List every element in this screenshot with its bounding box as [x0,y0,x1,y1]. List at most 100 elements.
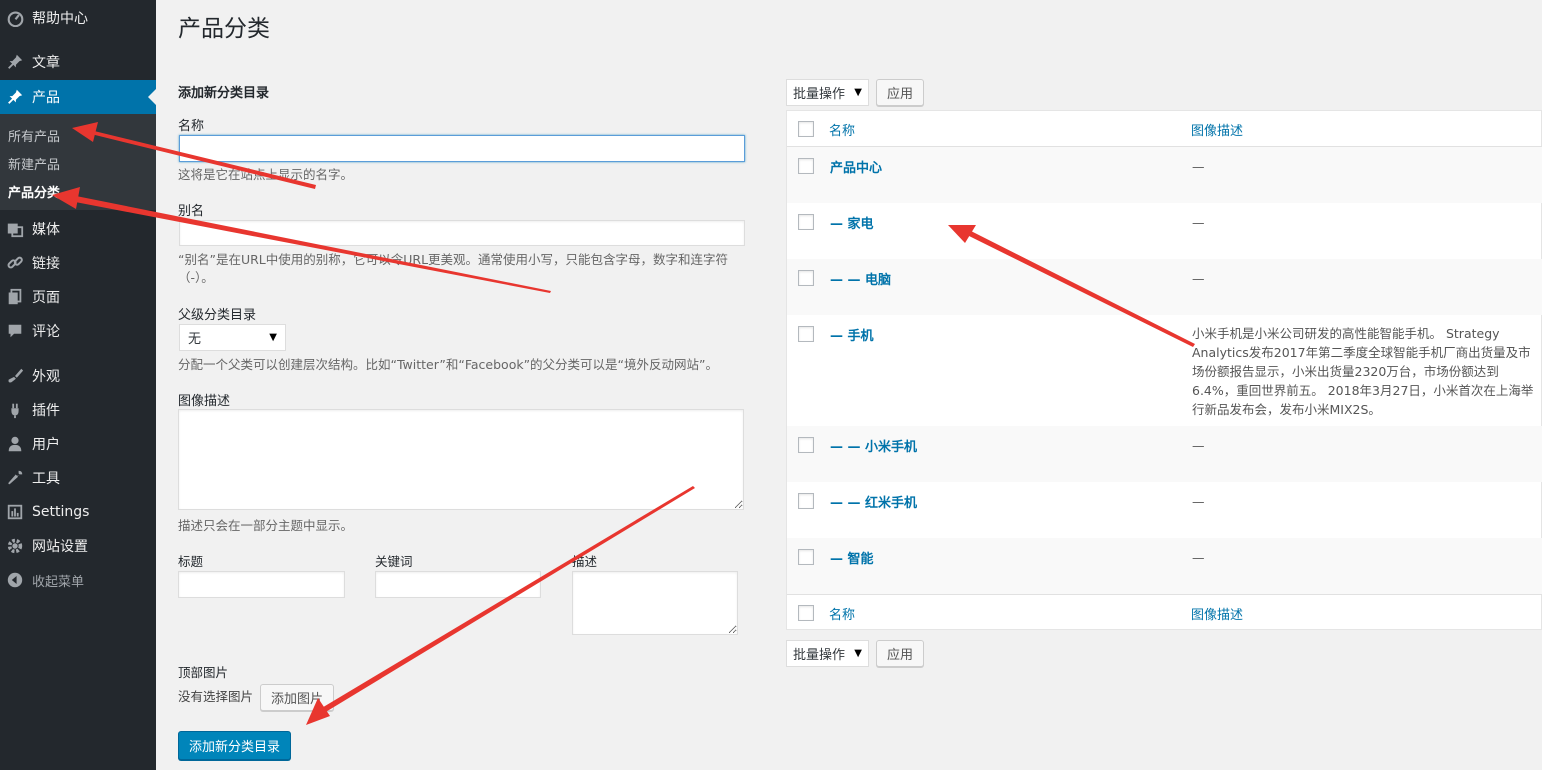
seo-title-label: 标题 [178,554,204,569]
bulk-action-select-top[interactable]: 批量操作 ▼ [786,79,869,106]
sidebar-item-pages[interactable]: 页面 [0,280,156,314]
comment-icon [5,321,25,341]
sidebar-item-posts[interactable]: 文章 [0,45,156,79]
admin-sidebar: 帮助中心 文章 产品 所有产品 新建产品 产品分类 媒体 链接 页面 评论 外观… [0,0,156,770]
sidebar-item-help-center[interactable]: 帮助中心 [0,1,156,35]
row-checkbox[interactable] [798,493,814,509]
categories-table: 名称 图像描述 产品中心 — — 家电 — — — 电脑 — — 手机 小米手机… [786,110,1542,630]
submenu-new-product[interactable]: 新建产品 [8,154,60,173]
image-desc-help-text: 描述只会在一部分主题中显示。 [178,518,354,533]
page-title: 产品分类 [178,16,270,42]
sidebar-item-label: 工具 [32,471,60,487]
seo-title-input[interactable] [178,571,345,598]
seo-desc-textarea[interactable] [572,571,738,635]
parent-category-select[interactable]: 无 ▼ [179,324,286,351]
chevron-down-icon: ▼ [854,87,862,98]
seo-keywords-input[interactable] [375,571,541,598]
user-icon [5,434,25,454]
column-header-image-desc[interactable]: 图像描述 [1191,120,1243,139]
pin-icon [5,87,25,107]
table-footer-row: 名称 图像描述 [787,594,1542,630]
image-desc-textarea[interactable] [178,409,744,510]
page-icon [5,287,25,307]
row-category-name[interactable]: 产品中心 [830,157,882,176]
parent-help-text: 分配一个父类可以创建层次结构。比如“Twitter”和“Facebook”的父分… [178,357,719,372]
submenu-product-categories[interactable]: 产品分类 [8,182,60,201]
collapse-menu-button[interactable]: 收起菜单 [0,563,156,597]
sidebar-item-products[interactable]: 产品 [0,80,156,114]
parent-select-value: 无 [188,332,202,347]
column-footer-image-desc[interactable]: 图像描述 [1191,604,1243,623]
wrench-icon [5,468,25,488]
name-input[interactable] [179,135,745,162]
sidebar-item-users[interactable]: 用户 [0,427,156,461]
sidebar-item-media[interactable]: 媒体 [0,212,156,246]
sidebar-item-settings[interactable]: Settings [0,495,156,529]
link-icon [5,253,25,273]
row-checkbox[interactable] [798,270,814,286]
table-row: 产品中心 — [787,147,1542,203]
collapse-menu-label: 收起菜单 [32,574,85,590]
sidebar-item-tools[interactable]: 工具 [0,461,156,495]
select-all-checkbox[interactable] [798,605,814,621]
row-category-name[interactable]: — — 小米手机 [830,436,917,455]
table-row: — — 小米手机 — [787,426,1542,482]
sidebar-item-label: 链接 [32,256,60,272]
column-footer-name[interactable]: 名称 [829,604,855,623]
sidebar-item-label: 评论 [32,324,60,340]
row-checkbox[interactable] [798,214,814,230]
apply-button-bottom[interactable]: 应用 [876,640,924,667]
row-category-name[interactable]: — 智能 [830,548,874,567]
table-row: — — 红米手机 — [787,482,1542,538]
select-all-checkbox[interactable] [798,121,814,137]
bulk-action-value: 批量操作 [793,87,846,102]
row-category-desc: — [1192,271,1205,286]
add-category-heading: 添加新分类目录 [178,86,270,101]
row-category-name[interactable]: — — 红米手机 [830,492,917,511]
row-category-desc: 小米手机是小米公司研发的高性能智能手机。 Strategy Analytics发… [1192,326,1534,417]
slug-help-text: “别名”是在URL中使用的别称，它可以令URL更美观。通常使用小写，只能包含字母… [178,252,729,285]
brush-icon [5,366,25,386]
top-image-label: 顶部图片 [178,665,229,680]
row-category-desc: — [1192,438,1205,453]
row-checkbox[interactable] [798,158,814,174]
sidebar-item-site-settings[interactable]: 网站设置 [0,529,156,563]
column-header-name[interactable]: 名称 [829,120,855,139]
collapse-arrow-icon [5,570,25,590]
bulk-action-select-bottom[interactable]: 批量操作 ▼ [786,640,869,667]
bulk-action-value: 批量操作 [793,648,846,663]
sidebar-item-label: 页面 [32,290,60,306]
sidebar-item-label: Settings [32,504,90,520]
slug-input[interactable] [179,220,745,246]
pin-icon [5,52,25,72]
products-submenu: 所有产品 新建产品 产品分类 [0,114,156,210]
add-image-button[interactable]: 添加图片 [260,684,334,711]
sidebar-item-label: 用户 [32,437,60,453]
sidebar-item-links[interactable]: 链接 [0,246,156,280]
sidebar-item-label: 网站设置 [32,539,88,555]
media-icon [5,219,25,239]
sidebar-item-label: 插件 [32,403,60,419]
row-checkbox[interactable] [798,326,814,342]
name-label: 名称 [178,119,205,134]
row-checkbox[interactable] [798,549,814,565]
row-category-name[interactable]: — — 电脑 [830,269,891,288]
name-help-text: 这将是它在站点上显示的名字。 [178,167,354,182]
sidebar-item-comments[interactable]: 评论 [0,314,156,348]
table-row: — 家电 — [787,203,1542,259]
sidebar-item-plugins[interactable]: 插件 [0,393,156,427]
table-row: — — 电脑 — [787,259,1542,315]
apply-button-top[interactable]: 应用 [876,79,924,106]
row-category-name[interactable]: — 手机 [830,325,874,344]
row-checkbox[interactable] [798,437,814,453]
row-category-name[interactable]: — 家电 [830,213,874,232]
image-desc-label: 图像描述 [178,394,231,409]
plugin-icon [5,400,25,420]
chevron-down-icon: ▼ [854,648,862,659]
sidebar-item-label: 文章 [32,55,60,71]
add-category-submit-button[interactable]: 添加新分类目录 [178,731,291,760]
seo-keywords-label: 关键词 [375,554,413,569]
chevron-down-icon: ▼ [269,332,277,343]
submenu-all-products[interactable]: 所有产品 [8,126,60,145]
sidebar-item-appearance[interactable]: 外观 [0,359,156,393]
